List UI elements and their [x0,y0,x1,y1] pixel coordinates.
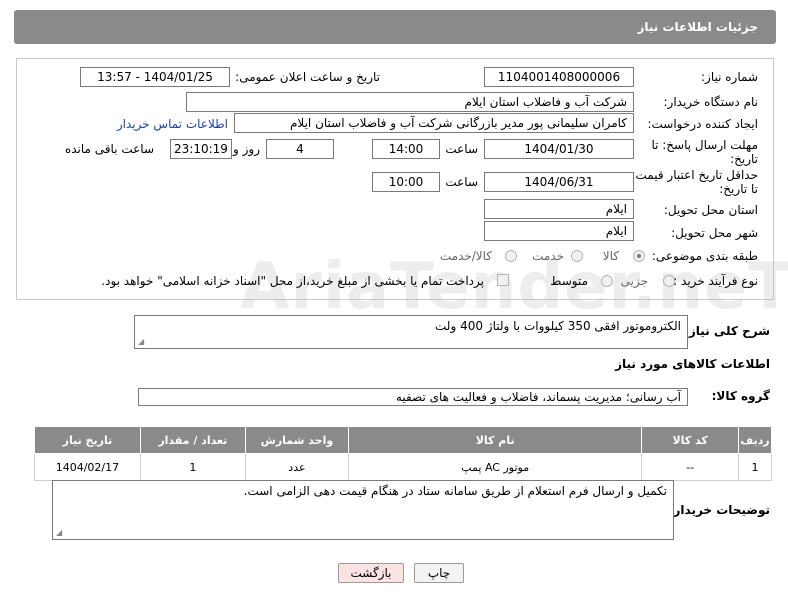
payment-note: پرداخت تمام یا بخشی از مبلغ خرید،از محل … [101,274,484,288]
remaining-time-field: 23:10:19 [170,139,232,159]
price-validity-date-field: 1404/06/31 [484,172,634,192]
reply-deadline-label: مهلت ارسال پاسخ: تا [651,138,758,152]
resize-grip-icon[interactable]: ◢ [138,337,144,346]
description-label: شرح کلی نیاز: [684,324,770,338]
buyer-contact-link[interactable]: اطلاعات تماس خریدار [117,117,228,131]
days-label: روز و [233,142,260,156]
delivery-city-field: ایلام [484,221,634,241]
category-radio-goods[interactable] [633,250,645,262]
goods-section-title: اطلاعات کالاهای مورد نیاز [615,357,770,371]
buyer-org-field: شرکت آب و فاضلاب استان ایلام [186,92,634,112]
col-header-item-name: نام کالا [348,426,643,454]
description-text: الکتروموتور افقی 350 کیلووات با ولتاژ 40… [435,319,681,333]
cell-item-name: موتور AC پمپ [348,453,643,481]
reply-time-field: 14:00 [372,139,440,159]
buyer-notes-label: توضیحات خریدار: [668,503,770,517]
days-count-field: 4 [266,139,334,159]
category-option-service: خدمت [532,249,564,263]
cell-quantity: 1 [139,453,246,481]
page-title: جزئیات اطلاعات نیاز [637,20,758,34]
goods-group-field: آب رسانی؛ مدیریت پسماند، فاضلاب و فعالیت… [138,388,688,406]
col-header-unit: واحد شمارش [244,426,350,454]
category-option-goods: کالا [602,249,619,263]
delivery-province-label: استان محل تحویل: [663,203,758,217]
price-validity-time-field: 10:00 [372,172,440,192]
category-radio-service[interactable] [571,250,583,262]
remaining-label: ساعت باقی مانده [64,142,154,156]
category-option-goods-service: کالا/خدمت [439,249,492,263]
cell-item-code: -- [641,453,740,481]
reply-date-field: 1404/01/30 [484,139,634,159]
reply-deadline-label-2: تاریخ: [730,152,758,166]
delivery-province-field: ایلام [484,199,634,219]
items-table: ردیف کد کالا نام کالا واحد شمارش تعداد /… [34,426,772,481]
need-number-field: 1104001408000006 [484,67,634,87]
process-option-minor: جزیی [620,274,648,288]
print-button[interactable]: چاپ [414,563,464,583]
cell-need-date: 1404/02/17 [34,453,141,481]
back-button[interactable]: بازگشت [338,563,404,583]
col-header-row-number: ردیف [738,426,772,454]
table-header-row: ردیف کد کالا نام کالا واحد شمارش تعداد /… [34,426,772,454]
price-validity-label: حداقل تاریخ اعتبار قیمت: [631,168,758,182]
need-number-label: شماره نیاز: [701,70,758,84]
table-row: 1 -- موتور AC پمپ عدد 1 1404/02/17 [34,453,772,481]
buyer-notes-textarea[interactable]: تکمیل و ارسال فرم استعلام از طریق سامانه… [52,480,674,540]
category-radio-goods-service[interactable] [505,250,517,262]
category-label: طبقه بندی موضوعی: [651,249,758,263]
resize-grip-icon[interactable]: ◢ [56,528,62,537]
process-label: نوع فرآیند خرید : [673,274,758,288]
reply-time-label: ساعت [445,142,478,156]
description-textarea[interactable]: الکتروموتور افقی 350 کیلووات با ولتاژ 40… [134,315,688,349]
process-radio-minor[interactable] [663,275,675,287]
goods-group-label: گروه کالا: [711,389,770,403]
buyer-notes-text: تکمیل و ارسال فرم استعلام از طریق سامانه… [243,484,667,498]
price-validity-time-label: ساعت [445,175,478,189]
col-header-item-code: کد کالا [641,426,740,454]
process-radio-medium[interactable] [601,275,613,287]
announce-datetime-label: تاریخ و ساعت اعلان عمومی: [235,70,380,84]
treasury-payment-checkbox[interactable] [497,274,509,286]
requester-field: کامران سلیمانی پور مدیر بازرگانی شرکت آب… [234,113,634,133]
delivery-city-label: شهر محل تحویل: [671,226,758,240]
announce-datetime-field: 1404/01/25 - 13:57 [80,67,230,87]
page-header: جزئیات اطلاعات نیاز [14,10,776,44]
buyer-org-label: نام دستگاه خریدار: [663,95,759,109]
process-option-medium: متوسط [550,274,588,288]
requester-label: ایجاد کننده درخواست: [647,117,758,131]
cell-unit: عدد [244,453,350,481]
price-validity-label-2: تا تاریخ: [719,182,758,196]
col-header-need-date: تاریخ نیاز [34,426,141,454]
col-header-quantity: تعداد / مقدار [139,426,246,454]
cell-row-number: 1 [738,453,772,481]
